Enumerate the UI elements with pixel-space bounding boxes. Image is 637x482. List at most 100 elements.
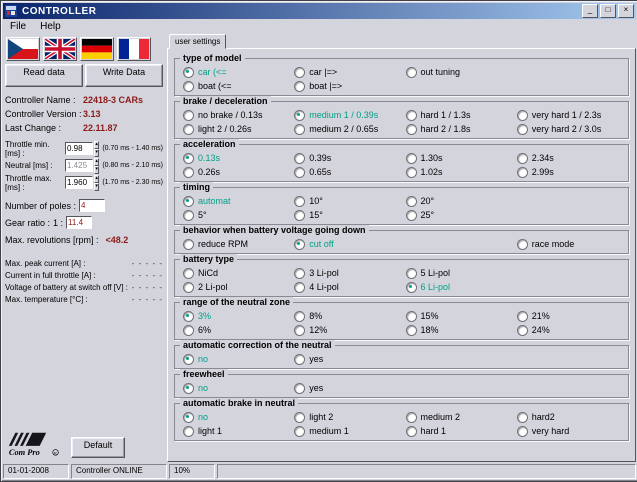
default-button[interactable]: Default xyxy=(71,437,125,458)
throttle-max-row: Throttle max. [ms] : ▴▾ (1.70 ms - 2.30 … xyxy=(5,176,163,189)
radio-option-no[interactable]: no xyxy=(179,383,290,394)
radio-option-race-mode[interactable]: race mode xyxy=(513,239,624,250)
radio-option-hard-1[interactable]: hard 1 xyxy=(402,426,513,437)
radio-label: no xyxy=(198,383,208,393)
radio-option-boat[interactable]: boat (<= xyxy=(179,81,290,92)
menu-help[interactable]: Help xyxy=(33,20,68,33)
radio-option-very-hard-2-3-0s[interactable]: very hard 2 / 3.0s xyxy=(513,124,624,135)
radio-option-5[interactable]: 5° xyxy=(179,210,290,221)
radio-option-no-brake-0-13s[interactable]: no brake / 0.13s xyxy=(179,110,290,121)
radio-option-20[interactable]: 20° xyxy=(402,196,513,207)
radio-option-very-hard-1-2-3s[interactable]: very hard 1 / 2.3s xyxy=(513,110,624,121)
radio-icon xyxy=(406,210,417,221)
radio-option-car[interactable]: car (<= xyxy=(179,67,290,78)
throttle-max-input[interactable] xyxy=(65,176,93,189)
czech-flag[interactable] xyxy=(6,37,40,61)
radio-label: 18% xyxy=(421,325,439,335)
radio-option-yes[interactable]: yes xyxy=(290,354,401,365)
controller-name-value: 22418-3 CARs xyxy=(83,94,143,106)
radio-option-2-li-pol[interactable]: 2 Li-pol xyxy=(179,282,290,293)
radio-option-3[interactable]: 3% xyxy=(179,311,290,322)
spinner-up-icon[interactable]: ▴ xyxy=(94,141,99,149)
radio-option-21[interactable]: 21% xyxy=(513,311,624,322)
radio-option-car[interactable]: car |=> xyxy=(290,67,401,78)
radio-option-1-02s[interactable]: 1.02s xyxy=(402,167,513,178)
german-flag[interactable] xyxy=(80,37,114,61)
section-title: brake / deceleration xyxy=(180,96,271,107)
radio-option-15[interactable]: 15° xyxy=(290,210,401,221)
radio-option-0-26s[interactable]: 0.26s xyxy=(179,167,290,178)
section-range-of-the-neutral-zone: range of the neutral zone3%8%15%21%6%12%… xyxy=(174,302,629,340)
write-data-button[interactable]: Write Data xyxy=(85,64,163,87)
throttle-min-input[interactable] xyxy=(65,142,93,155)
radio-option-nicd[interactable]: NiCd xyxy=(179,268,290,279)
radio-option-25[interactable]: 25° xyxy=(402,210,513,221)
radio-option-out-tuning[interactable]: out tuning xyxy=(402,67,513,78)
uk-flag[interactable] xyxy=(43,37,77,61)
radio-option-medium-2-0-65s[interactable]: medium 2 / 0.65s xyxy=(290,124,401,135)
radio-icon xyxy=(406,124,417,135)
minimize-button[interactable]: _ xyxy=(582,4,598,18)
radio-option-hard-1-1-3s[interactable]: hard 1 / 1.3s xyxy=(402,110,513,121)
radio-icon xyxy=(406,426,417,437)
spinner-down-icon[interactable]: ▾ xyxy=(94,166,99,174)
radio-label: no xyxy=(198,354,208,364)
gear-ratio-input[interactable] xyxy=(66,216,92,229)
radio-option-5-li-pol[interactable]: 5 Li-pol xyxy=(402,268,513,279)
menu-file[interactable]: File xyxy=(3,20,33,33)
radio-option-hard2[interactable]: hard2 xyxy=(513,412,624,423)
radio-option-boat[interactable]: boat |=> xyxy=(290,81,401,92)
radio-option-18[interactable]: 18% xyxy=(402,325,513,336)
radio-option-24[interactable]: 24% xyxy=(513,325,624,336)
radio-option-reduce-rpm[interactable]: reduce RPM xyxy=(179,239,290,250)
radio-label: 25° xyxy=(421,210,435,220)
radio-option-no[interactable]: no xyxy=(179,354,290,365)
radio-option-automat[interactable]: automat xyxy=(179,196,290,207)
read-data-button[interactable]: Read data xyxy=(5,64,83,87)
radio-option-medium-1[interactable]: medium 1 xyxy=(290,426,401,437)
radio-label: 5 Li-pol xyxy=(421,268,451,278)
radio-option-2-34s[interactable]: 2.34s xyxy=(513,153,624,164)
radio-option-8[interactable]: 8% xyxy=(290,311,401,322)
radio-icon xyxy=(294,67,305,78)
spinner-up-icon[interactable]: ▴ xyxy=(94,175,99,183)
radio-option-2-99s[interactable]: 2.99s xyxy=(513,167,624,178)
radio-option-3-li-pol[interactable]: 3 Li-pol xyxy=(290,268,401,279)
section-brake-deceleration: brake / decelerationno brake / 0.13smedi… xyxy=(174,101,629,139)
radio-option-4-li-pol[interactable]: 4 Li-pol xyxy=(290,282,401,293)
radio-option-light-2-0-26s[interactable]: light 2 / 0.26s xyxy=(179,124,290,135)
maximize-button[interactable]: □ xyxy=(600,4,616,18)
radio-option-light-1[interactable]: light 1 xyxy=(179,426,290,437)
radio-option-6[interactable]: 6% xyxy=(179,325,290,336)
section-freewheel: freewheelnoyes xyxy=(174,374,629,398)
spinner-up-icon[interactable]: ▴ xyxy=(94,158,99,166)
radio-option-0-65s[interactable]: 0.65s xyxy=(290,167,401,178)
radio-option-0-13s[interactable]: 0.13s xyxy=(179,153,290,164)
radio-label: race mode xyxy=(532,239,575,249)
radio-option-12[interactable]: 12% xyxy=(290,325,401,336)
radio-option-medium-1-0-39s[interactable]: medium 1 / 0.39s xyxy=(290,110,401,121)
radio-option-6-li-pol[interactable]: 6 Li-pol xyxy=(402,282,513,293)
radio-option-yes[interactable]: yes xyxy=(290,383,401,394)
option-row: reduce RPMcut off race mode xyxy=(179,237,624,251)
radio-label: light 2 / 0.26s xyxy=(198,124,252,134)
radio-icon xyxy=(183,67,194,78)
radio-option-medium-2[interactable]: medium 2 xyxy=(402,412,513,423)
radio-option-very-hard[interactable]: very hard xyxy=(513,426,624,437)
radio-option-no[interactable]: no xyxy=(179,412,290,423)
radio-option-1-30s[interactable]: 1.30s xyxy=(402,153,513,164)
radio-option-cut-off[interactable]: cut off xyxy=(290,239,401,250)
radio-icon xyxy=(183,383,194,394)
radio-option-hard-2-1-8s[interactable]: hard 2 / 1.8s xyxy=(402,124,513,135)
radio-option-15[interactable]: 15% xyxy=(402,311,513,322)
spinner-down-icon[interactable]: ▾ xyxy=(94,183,99,191)
close-button[interactable]: × xyxy=(618,4,634,18)
radio-option-10[interactable]: 10° xyxy=(290,196,401,207)
tab-row: user settings xyxy=(167,34,636,49)
spinner-down-icon[interactable]: ▾ xyxy=(94,149,99,157)
radio-option-0-39s[interactable]: 0.39s xyxy=(290,153,401,164)
french-flag[interactable] xyxy=(117,37,151,61)
tab-user-settings[interactable]: user settings xyxy=(169,34,226,49)
poles-input[interactable] xyxy=(79,199,105,212)
radio-option-light-2[interactable]: light 2 xyxy=(290,412,401,423)
